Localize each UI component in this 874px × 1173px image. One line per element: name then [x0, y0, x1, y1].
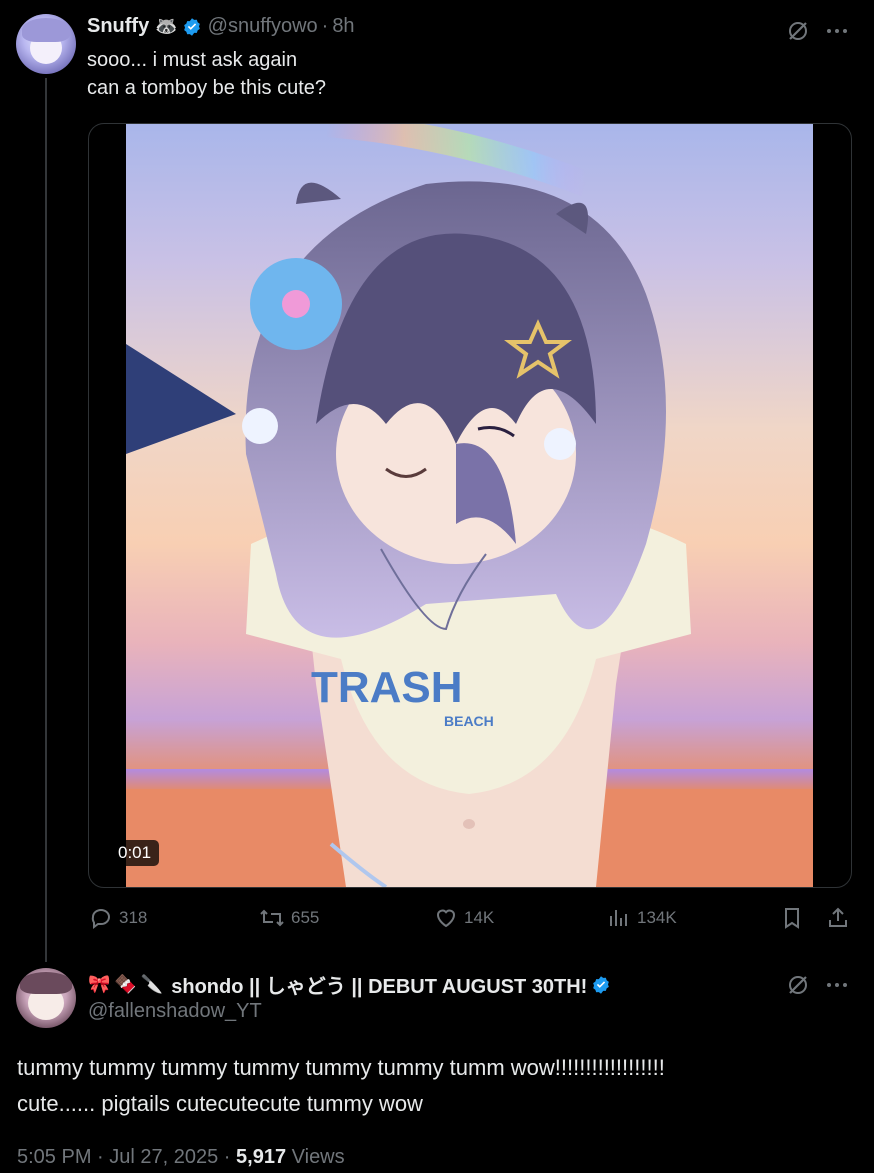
heart-icon — [436, 909, 456, 928]
reply-icon — [91, 909, 110, 929]
grok-icon[interactable] — [783, 16, 813, 46]
more-icon[interactable] — [822, 16, 852, 46]
bookmark-button[interactable] — [780, 906, 810, 930]
repost-button[interactable]: 655 — [259, 906, 319, 930]
share-button[interactable] — [826, 906, 856, 930]
video-frame: TRASH BEACH — [126, 124, 813, 887]
views-label: Views — [291, 1146, 345, 1168]
media-container[interactable]: TRASH BEACH — [88, 123, 852, 888]
tweet-text-line: sooo... i must ask again — [87, 49, 298, 71]
avatar[interactable] — [16, 14, 76, 74]
tweet-text: sooo... i must ask again can a tomboy be… — [87, 46, 326, 102]
reply-text-line: tummy tummy tummy tummy tummy tummy tumm… — [17, 1055, 665, 1080]
raccoon-emoji: 🦝 — [155, 16, 178, 36]
reply-count: 318 — [119, 908, 148, 927]
separator-dot: · — [321, 15, 329, 37]
display-name[interactable]: Snuffy — [87, 15, 149, 38]
view-count: 134K — [637, 908, 677, 927]
like-button[interactable]: 14K — [434, 906, 494, 930]
reply-text: tummy tummy tummy tummy tummy tummy tumm… — [17, 1050, 665, 1122]
shirt-text: TRASH — [311, 663, 463, 712]
analytics-icon — [610, 910, 627, 926]
action-bar: 318 655 14K 134K — [0, 906, 874, 936]
reply-display-name[interactable]: shondo || しゃどう || DEBUT AUGUST 30TH! — [171, 970, 587, 999]
like-count: 14K — [464, 908, 495, 927]
tweet-header: Snuffy 🦝 @snuffyowo · 8h — [87, 15, 355, 38]
video-timestamp: 0:01 — [110, 840, 160, 866]
repost-icon — [260, 909, 284, 927]
thread-line — [45, 78, 47, 962]
post-datetime[interactable]: 5:05 PM · Jul 27, 2025 · — [17, 1146, 236, 1168]
reply-handle[interactable]: @fallenshadow_YT — [88, 1000, 262, 1023]
more-icon[interactable] — [822, 970, 852, 1000]
reply-button[interactable]: 318 — [89, 906, 147, 930]
share-icon — [829, 907, 847, 927]
verified-badge-icon — [183, 17, 200, 36]
views-button[interactable]: 134K — [607, 906, 677, 930]
reply-text-line: cute...... pigtails cutecutecute tummy w… — [17, 1091, 423, 1116]
reply-avatar[interactable] — [16, 968, 76, 1028]
shirt-subtext: BEACH — [444, 713, 494, 729]
repost-count: 655 — [291, 908, 320, 927]
name-emojis: 🎀🍫🔪 — [88, 974, 168, 994]
reply-meta: 5:05 PM · Jul 27, 2025 · 5,917 Views — [17, 1146, 345, 1169]
views-count: 5,917 — [236, 1146, 287, 1168]
handle[interactable]: @snuffyowo — [208, 15, 318, 38]
tweet-text-line: can a tomboy be this cute? — [87, 77, 327, 99]
bookmark-icon — [785, 908, 799, 929]
reply-header: 🎀🍫🔪 shondo || しゃどう || DEBUT AUGUST 30TH! — [88, 970, 611, 999]
verified-badge-icon — [593, 975, 610, 994]
video-player[interactable]: TRASH BEACH — [126, 124, 813, 887]
grok-icon[interactable] — [783, 970, 813, 1000]
timestamp[interactable]: 8h — [332, 15, 354, 38]
